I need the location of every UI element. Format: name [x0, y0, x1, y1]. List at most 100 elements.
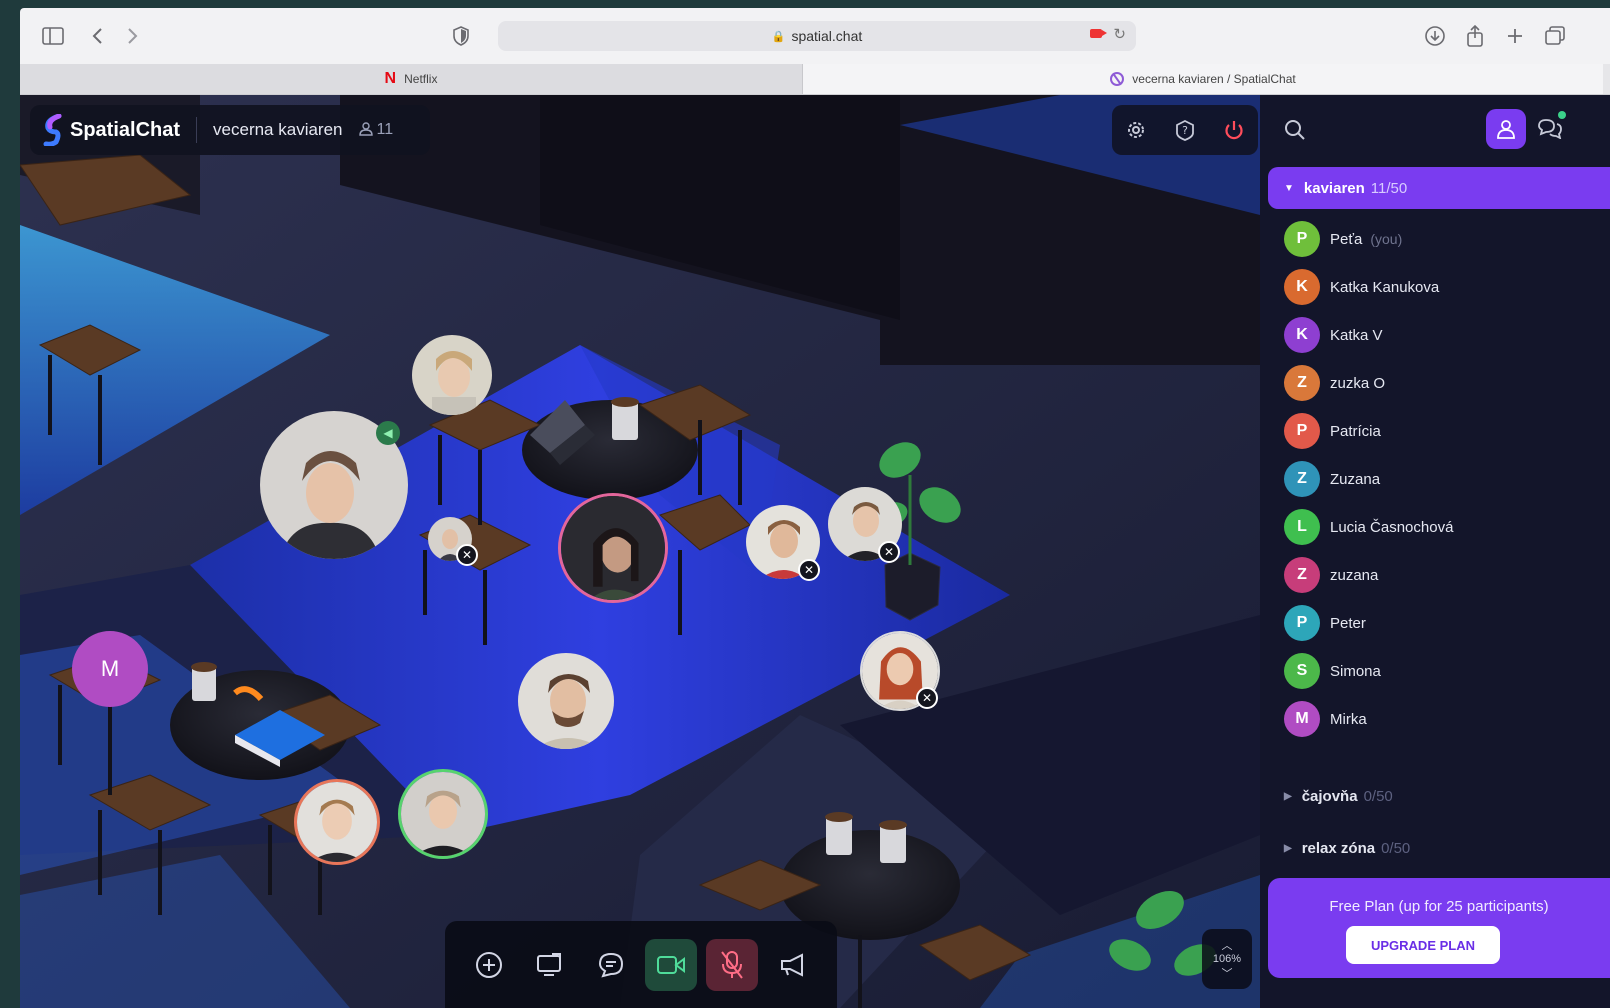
- member-row[interactable]: K Katka Kanukova: [1284, 267, 1439, 307]
- member-name: Simona: [1330, 662, 1381, 680]
- zoom-control[interactable]: ︿ 106% ﹀: [1202, 929, 1252, 989]
- mic-off-icon[interactable]: [705, 938, 758, 991]
- room-group-count: 0/50: [1381, 839, 1411, 857]
- participant-count: 11: [358, 121, 393, 139]
- member-name: Patrícia: [1330, 422, 1381, 440]
- member-row[interactable]: Z zuzka O: [1284, 363, 1385, 403]
- spatialchat-app: SpatialChat vecerna kaviaren 11 ? ◀ ✕ ✕ …: [20, 95, 1610, 1008]
- member-row[interactable]: M Mirka: [1284, 699, 1367, 739]
- address-bar[interactable]: 🔒 spatial.chat ↻: [498, 21, 1136, 51]
- megaphone-icon[interactable]: [767, 939, 819, 991]
- participant-avatar-letter[interactable]: M: [72, 631, 148, 707]
- message-icon[interactable]: [585, 939, 637, 991]
- member-avatar: P: [1284, 413, 1320, 449]
- lock-icon: 🔒: [771, 30, 786, 43]
- header-divider: [196, 117, 198, 143]
- power-icon[interactable]: [1220, 116, 1248, 144]
- member-name: Katka Kanukova: [1330, 278, 1440, 296]
- member-row[interactable]: P Peťa (you): [1284, 219, 1402, 259]
- participant-video[interactable]: [412, 335, 492, 415]
- spatialchat-favicon-icon: [1110, 72, 1125, 86]
- room-group-name: kaviaren: [1303, 179, 1365, 197]
- member-avatar: Z: [1284, 557, 1320, 593]
- new-tab-icon[interactable]: [1500, 21, 1530, 51]
- member-row[interactable]: S Simona: [1284, 651, 1381, 691]
- member-avatar: P: [1284, 221, 1320, 257]
- plan-banner: Free Plan (up for 25 participants) UPGRA…: [1268, 878, 1610, 978]
- media-toolbar: [445, 921, 837, 1008]
- people-icon[interactable]: [1486, 109, 1526, 149]
- person-icon: [358, 121, 373, 139]
- member-avatar: Z: [1284, 365, 1320, 401]
- room-group-kaviaren[interactable]: ▼ kaviaren 11/50: [1268, 167, 1610, 209]
- upgrade-plan-button[interactable]: UPGRADE PLAN: [1346, 926, 1500, 964]
- mic-off-icon: ✕: [916, 687, 938, 709]
- member-avatar: Z: [1284, 461, 1320, 497]
- member-avatar: M: [1284, 701, 1320, 737]
- add-icon[interactable]: [463, 939, 515, 991]
- caret-right-icon: ▶: [1284, 842, 1292, 854]
- svg-text:?: ?: [1182, 124, 1188, 137]
- share-icon[interactable]: [1460, 21, 1490, 51]
- caret-down-icon: ▼: [1284, 182, 1294, 194]
- help-icon[interactable]: ?: [1171, 116, 1199, 144]
- member-row[interactable]: K Katka V: [1284, 315, 1383, 355]
- browser-toolbar: 🔒 spatial.chat ↻: [20, 8, 1610, 65]
- room-title: vecerna kaviaren: [213, 120, 343, 139]
- member-avatar: K: [1284, 269, 1320, 305]
- member-row[interactable]: L Lucia Časnochová: [1284, 507, 1453, 547]
- room-group-relax-zona[interactable]: ▶ relax zóna 0/50: [1268, 827, 1610, 869]
- screen-share-icon[interactable]: [524, 939, 576, 991]
- room-canvas[interactable]: SpatialChat vecerna kaviaren 11 ? ◀ ✕ ✕ …: [20, 95, 1260, 1008]
- room-group-cajovna[interactable]: ▶ čajovňa 0/50: [1268, 775, 1610, 817]
- room-controls: ?: [1112, 105, 1258, 155]
- room-group-name: čajovňa: [1301, 787, 1358, 805]
- back-icon[interactable]: [82, 21, 112, 51]
- participant-video[interactable]: [398, 769, 488, 859]
- sidebar-toggle-icon[interactable]: [38, 21, 68, 51]
- tab-label: Netflix: [404, 72, 438, 86]
- download-icon[interactable]: [1420, 21, 1450, 51]
- camera-icon[interactable]: [1090, 29, 1107, 38]
- tab-label: vecerna kaviaren / SpatialChat: [1132, 72, 1296, 86]
- mic-off-icon: ✕: [878, 541, 900, 563]
- room-group-name: relax zóna: [1301, 839, 1376, 857]
- speaker-icon: ◀: [376, 421, 400, 445]
- spatialchat-logo-icon: [42, 113, 64, 147]
- tabs-icon[interactable]: [1540, 21, 1570, 51]
- plan-text: Free Plan (up for 25 participants): [1329, 898, 1549, 915]
- browser-window: 🔒 spatial.chat ↻ N Netflix vecerna kavia…: [20, 8, 1610, 1008]
- member-name: Mirka: [1330, 710, 1367, 728]
- member-you-tag: (you): [1370, 231, 1403, 247]
- reload-icon[interactable]: ↻: [1113, 25, 1126, 43]
- participant-video[interactable]: [518, 653, 614, 749]
- unread-dot: [1558, 111, 1566, 119]
- member-name: Katka V: [1330, 326, 1383, 344]
- settings-icon[interactable]: [1122, 116, 1150, 144]
- mic-off-icon: ✕: [798, 559, 820, 581]
- member-avatar: K: [1284, 317, 1320, 353]
- zoom-up-icon[interactable]: ︿: [1222, 937, 1233, 953]
- chat-icon[interactable]: [1538, 117, 1562, 145]
- tab-spatialchat[interactable]: vecerna kaviaren / SpatialChat: [803, 64, 1603, 94]
- member-row[interactable]: P Peter: [1284, 603, 1366, 643]
- forward-icon[interactable]: [118, 21, 148, 51]
- member-row[interactable]: Z Zuzana: [1284, 459, 1380, 499]
- room-header: SpatialChat vecerna kaviaren 11: [30, 105, 430, 155]
- member-avatar: P: [1284, 605, 1320, 641]
- tab-netflix[interactable]: N Netflix: [20, 64, 803, 94]
- shield-icon[interactable]: [446, 21, 476, 51]
- participant-video[interactable]: [294, 779, 380, 865]
- member-name: zuzana: [1330, 566, 1379, 584]
- member-row[interactable]: Z zuzana: [1284, 555, 1378, 595]
- member-name: Peťa: [1330, 230, 1363, 248]
- video-icon[interactable]: [645, 938, 698, 991]
- url-text: spatial.chat: [791, 28, 863, 44]
- room-group-count: 0/50: [1363, 787, 1393, 805]
- netflix-icon: N: [384, 70, 397, 87]
- search-icon[interactable]: [1284, 119, 1306, 147]
- zoom-down-icon[interactable]: ﹀: [1222, 965, 1233, 981]
- member-avatar: L: [1284, 509, 1320, 545]
- member-row[interactable]: P Patrícia: [1284, 411, 1381, 451]
- participant-video-speaking[interactable]: [558, 493, 668, 603]
